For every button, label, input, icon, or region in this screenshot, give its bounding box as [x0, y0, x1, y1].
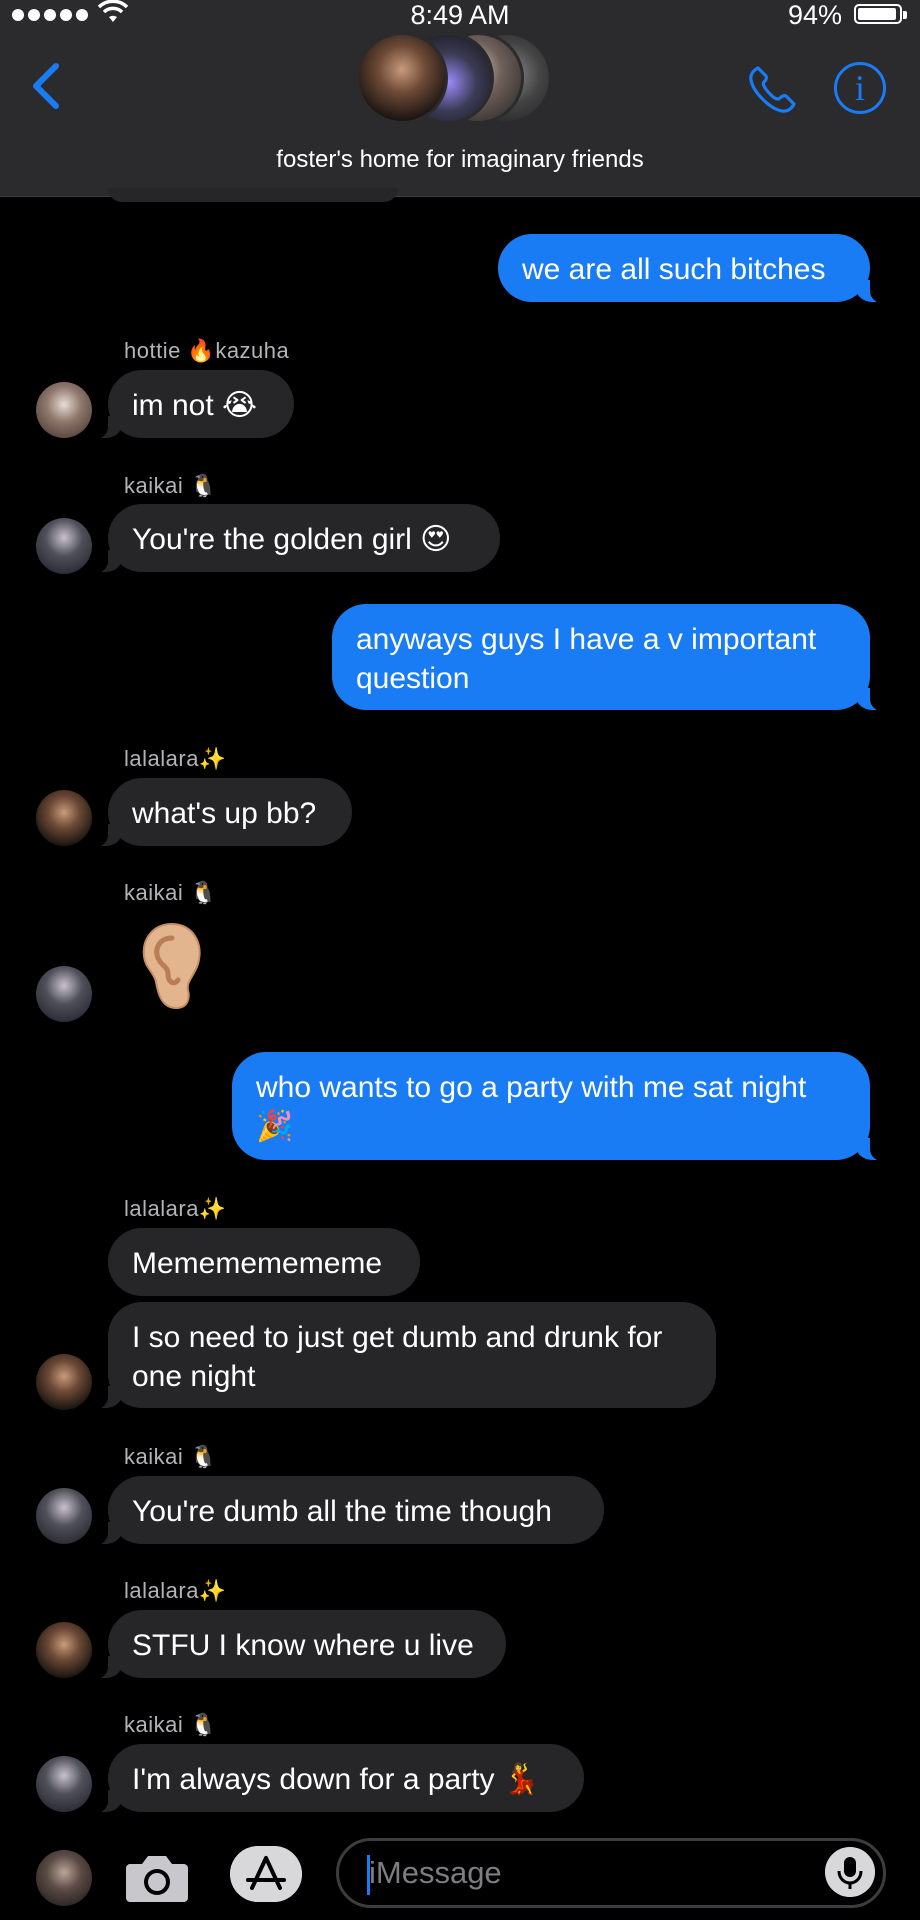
back-button[interactable] — [26, 58, 66, 114]
avatar — [36, 966, 92, 1022]
avatar — [36, 790, 92, 846]
avatar[interactable] — [36, 1850, 92, 1906]
avatar — [36, 1756, 92, 1812]
message-text: I so need to just get dumb and drunk for… — [132, 1321, 663, 1393]
message-bubble-incoming[interactable]: STFU I know where u live — [94, 1610, 506, 1679]
message-input-container[interactable] — [336, 1838, 886, 1908]
message-bubble-incoming[interactable]: I so need to just get dumb and drunk for… — [94, 1302, 716, 1409]
message-bubble-incoming[interactable]: You're dumb all the time though — [94, 1476, 604, 1545]
message-text: You're dumb all the time though — [132, 1495, 552, 1528]
avatar — [36, 1622, 92, 1678]
avatar — [36, 1488, 92, 1544]
message-text: what's up bb? — [132, 797, 317, 830]
ear-emoji[interactable] — [136, 920, 206, 1012]
avatar — [36, 1354, 92, 1410]
sender-name: lalalara✨ — [124, 1196, 227, 1221]
message-input[interactable] — [369, 1851, 809, 1895]
sender-name: kaikai 🐧 — [124, 473, 218, 498]
message-bubble-outgoing[interactable]: who wants to go a party with me sat nigh… — [232, 1052, 884, 1161]
sender-name: hottie 🔥kazuha — [124, 338, 290, 363]
group-avatars[interactable] — [356, 32, 556, 128]
message-bubble-outgoing[interactable]: we are all such bitches — [498, 234, 884, 303]
sender-name: kaikai 🐧 — [124, 880, 218, 905]
battery-icon — [854, 4, 907, 24]
status-bar: 8:49 AM 94% — [0, 0, 920, 30]
message-text: we are all such bitches — [522, 253, 826, 286]
phone-icon[interactable] — [744, 62, 800, 118]
camera-icon[interactable] — [124, 1850, 190, 1904]
message-text: Memememememe — [132, 1247, 383, 1280]
message-text: who wants to go a party with me sat nigh… — [256, 1071, 807, 1143]
message-text: STFU I know where u live — [132, 1629, 474, 1662]
avatar — [36, 518, 92, 574]
app-store-icon[interactable] — [230, 1846, 302, 1902]
info-icon[interactable]: i — [834, 62, 886, 114]
message-text: I'm always down for a party 💃 — [132, 1763, 541, 1796]
conversation-header: 8:49 AM 94% foster's home for imaginary … — [0, 0, 920, 197]
message-bubble-incoming[interactable]: what's up bb? — [94, 778, 352, 847]
message-text: anyways guys I have a v important questi… — [356, 623, 817, 695]
message-bubble-incoming[interactable]: im not 😭 — [94, 370, 294, 439]
sender-name: kaikai 🐧 — [124, 1712, 218, 1737]
group-name[interactable]: foster's home for imaginary friends — [0, 146, 920, 174]
microphone-icon[interactable] — [825, 1847, 875, 1897]
sender-name: lalalara✨ — [124, 746, 227, 771]
sender-name: lalalara✨ — [124, 1578, 227, 1603]
avatar — [36, 382, 92, 438]
message-bubble-outgoing[interactable]: anyways guys I have a v important questi… — [332, 604, 884, 711]
message-bubble-incoming[interactable]: You're the golden girl 😍 — [94, 504, 500, 573]
message-bubble-incoming[interactable]: I'm always down for a party 💃 — [94, 1744, 584, 1813]
partial-message-bubble — [108, 188, 398, 202]
avatar — [356, 32, 448, 124]
message-bubble-incoming[interactable]: Memememememe — [108, 1228, 420, 1296]
message-composer — [0, 1826, 920, 1920]
battery-percent: 94% — [787, 0, 842, 30]
message-text: im not 😭 — [132, 389, 258, 422]
sender-name: kaikai 🐧 — [124, 1444, 218, 1469]
message-text: You're the golden girl 😍 — [132, 523, 452, 556]
status-time: 8:49 AM — [410, 0, 510, 30]
